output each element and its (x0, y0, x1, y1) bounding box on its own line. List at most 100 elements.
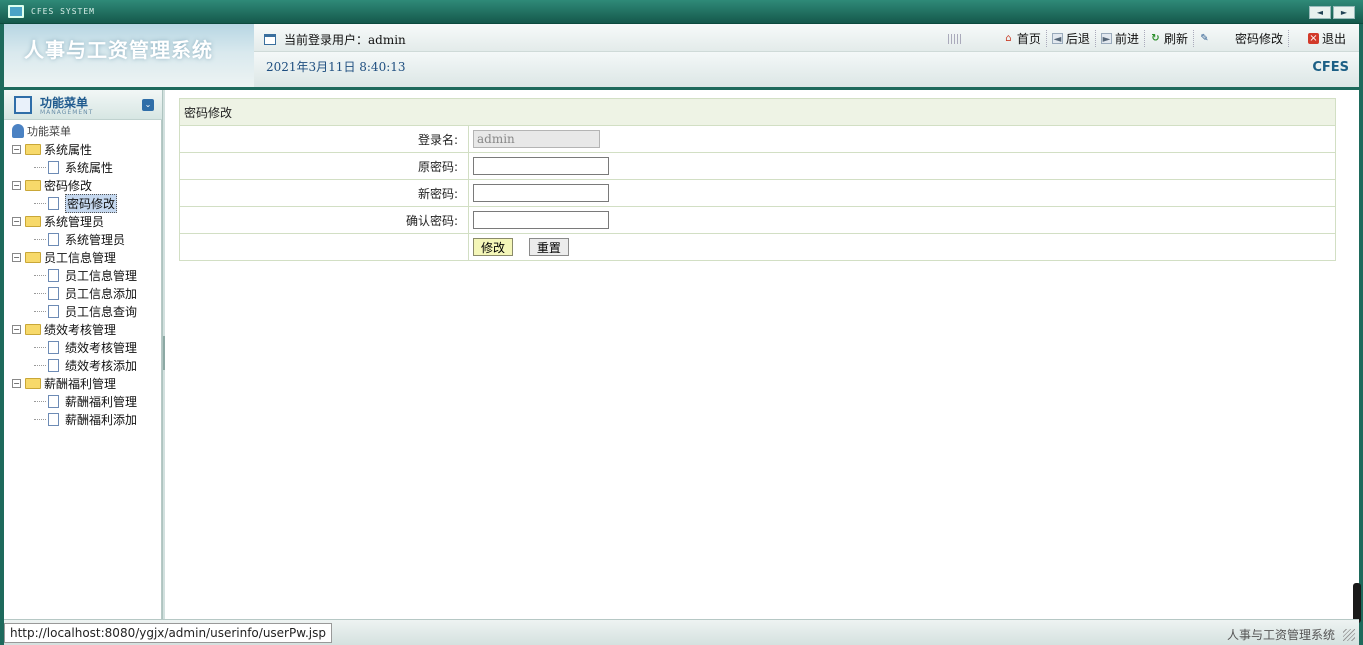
menu-item-label: 密码修改 (65, 193, 118, 213)
menu-item[interactable]: 系统属性 (12, 158, 137, 176)
system-title: CFES SYSTEM (31, 7, 95, 16)
folder-icon (25, 323, 41, 335)
collapse-node-icon[interactable]: − (12, 378, 21, 388)
menu-group-label: 薪酬福利管理 (44, 376, 117, 391)
next-arrow-icon[interactable]: ► (1333, 6, 1355, 19)
menu-group[interactable]: − 员工信息管理 (12, 248, 137, 266)
app-title: 人事与工资管理系统 (24, 38, 213, 62)
submit-button[interactable]: 修改 (473, 238, 514, 256)
refresh-icon: ↻ (1151, 33, 1160, 44)
password-icon: ✎ (1200, 33, 1209, 44)
tree-connector (34, 418, 46, 420)
menu-item[interactable]: 系统管理员 (12, 230, 137, 248)
nav-refresh[interactable]: ↻ 刷新 (1145, 30, 1194, 47)
tree-connector (34, 310, 46, 312)
main-content: 密码修改 登录名: 原密码: 新密码: 确认密码: 修改 重置 (165, 90, 1359, 619)
nav-password[interactable]: ✎ 密码修改 (1194, 30, 1289, 47)
collapse-node-icon[interactable]: − (12, 180, 21, 190)
page-icon (48, 304, 59, 318)
menu-group[interactable]: − 密码修改 (12, 176, 137, 194)
confirm-password-field[interactable] (473, 211, 609, 229)
new-password-field[interactable] (473, 184, 609, 202)
menu-item[interactable]: 绩效考核管理 (12, 338, 137, 356)
collapse-node-icon[interactable]: − (12, 324, 21, 334)
menu-item[interactable]: 员工信息管理 (12, 266, 137, 284)
collapse-node-icon[interactable]: − (12, 144, 21, 154)
old-password-field[interactable] (473, 157, 609, 175)
current-datetime: 2021年3月11日 8:40:13 (266, 60, 406, 74)
tree-connector (34, 274, 46, 276)
menu-item-label: 绩效考核添加 (65, 358, 138, 373)
tree-connector (34, 346, 46, 348)
menu-item[interactable]: 密码修改 (12, 193, 137, 213)
window-nav-buttons: ◄ ► (1309, 6, 1355, 19)
nav-back[interactable]: ◄ 后退 (1047, 30, 1096, 47)
menu-item-label: 员工信息管理 (65, 268, 138, 283)
reset-button[interactable]: 重置 (528, 238, 569, 256)
page-icon (48, 340, 59, 354)
resize-grip-icon[interactable] (1343, 629, 1355, 641)
menu-group[interactable]: − 系统属性 (12, 140, 137, 158)
collapse-node-icon[interactable]: − (12, 216, 21, 226)
header-bottom-row: 2021年3月11日 8:40:13 CFES (254, 52, 1359, 88)
new-password-label: 新密码: (179, 179, 469, 207)
menu-group[interactable]: − 系统管理员 (12, 212, 137, 230)
nav-label: 密码修改 (1234, 32, 1283, 46)
nav-label: 前进 (1114, 32, 1139, 46)
scrollbar-thumb[interactable] (1353, 583, 1361, 623)
folder-icon (25, 215, 41, 227)
nav-exit[interactable]: × 退出 (1303, 30, 1351, 47)
status-url: http://localhost:8080/ygjx/admin/userinf… (4, 623, 332, 643)
menu-item-label: 员工信息添加 (65, 286, 138, 301)
menu-item[interactable]: 薪酬福利管理 (12, 392, 137, 410)
root-icon (12, 124, 24, 138)
tree-connector (34, 166, 46, 168)
tree-connector (34, 364, 46, 366)
page-icon (48, 160, 59, 174)
nav-home[interactable]: ⌂ 首页 (998, 30, 1047, 47)
confirm-password-label: 确认密码: (179, 206, 469, 234)
tree-connector (34, 202, 46, 204)
form-row: 登录名: (179, 125, 1336, 153)
menu-group[interactable]: − 薪酬福利管理 (12, 374, 137, 392)
menu-item[interactable]: 员工信息查询 (12, 302, 137, 320)
page-icon (48, 268, 59, 282)
menu-group-label: 密码修改 (44, 178, 93, 193)
header: 人事与工资管理系统 当前登录用户：admin ⌂ 首页 ◄ 后退 ► 前进 ↻ 刷新 ✎ 密码修改… (4, 24, 1359, 88)
top-navigation: ⌂ 首页 ◄ 后退 ► 前进 ↻ 刷新 ✎ 密码修改 × 退出 (947, 30, 1351, 47)
folder-icon (25, 179, 41, 191)
prev-arrow-icon[interactable]: ◄ (1309, 6, 1331, 19)
toolbar-grip-icon (947, 33, 962, 44)
form-actions-row: 修改 重置 (179, 233, 1336, 261)
menu-group-label: 系统管理员 (44, 214, 105, 229)
tree-connector (34, 238, 46, 240)
menu-item[interactable]: 员工信息添加 (12, 284, 137, 302)
menu-group-label: 绩效考核管理 (44, 322, 117, 337)
tree-root[interactable]: 功能菜单 (12, 122, 137, 140)
menu-item-label: 绩效考核管理 (65, 340, 138, 355)
empty-cell (179, 233, 469, 261)
status-bar: http://localhost:8080/ygjx/admin/userinf… (4, 619, 1359, 645)
tree-connector (34, 292, 46, 294)
menu-item[interactable]: 绩效考核添加 (12, 356, 137, 374)
frame-right-edge (1359, 90, 1363, 619)
form-row: 新密码: (179, 179, 1336, 207)
collapse-menu-icon[interactable]: ⌄ (142, 99, 154, 111)
menu-icon (14, 96, 32, 114)
nav-label: 首页 (1016, 32, 1041, 46)
home-icon: ⌂ (1005, 33, 1012, 44)
nav-forward[interactable]: ► 前进 (1096, 30, 1145, 47)
monitor-icon (8, 5, 24, 18)
menu-item-label: 系统属性 (65, 160, 114, 175)
nav-label: 退出 (1321, 32, 1346, 46)
menu-item[interactable]: 薪酬福利添加 (12, 410, 137, 428)
collapse-node-icon[interactable]: − (12, 252, 21, 262)
forward-icon: ► (1100, 33, 1112, 45)
nav-label: 后退 (1065, 32, 1090, 46)
login-name-label: 登录名: (179, 125, 469, 153)
page-icon (48, 412, 59, 426)
page-icon (48, 358, 59, 372)
menu-group[interactable]: − 绩效考核管理 (12, 320, 137, 338)
menu-item-label: 系统管理员 (65, 232, 126, 247)
page-icon (48, 394, 59, 408)
